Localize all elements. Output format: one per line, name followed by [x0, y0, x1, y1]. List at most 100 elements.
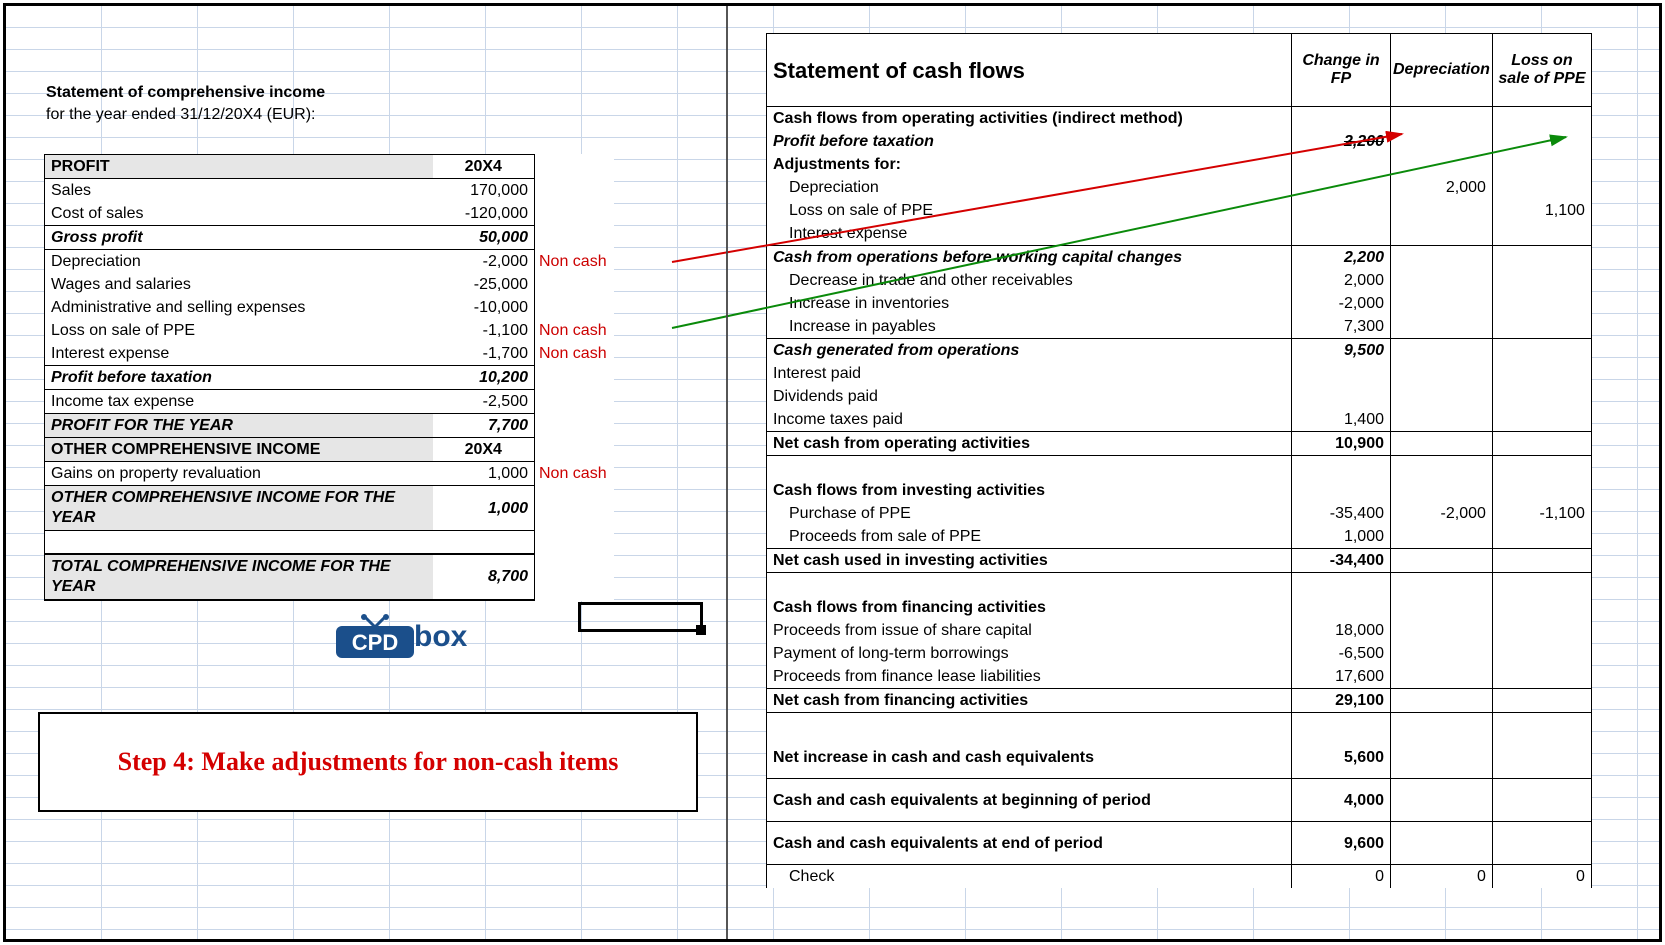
tv-icon: CPD [334, 614, 416, 660]
adjustments-header: Adjustments for: [767, 153, 1292, 176]
cash-generated-value: 9,500 [1292, 339, 1391, 363]
check-v2: 0 [1391, 865, 1493, 889]
tci-value: 8,700 [433, 554, 535, 600]
step-callout: Step 4: Make adjustments for non-cash it… [38, 712, 698, 812]
oci-total-value: 1,000 [433, 486, 535, 531]
row-value: -6,500 [1292, 642, 1391, 665]
row-value: -2,000 [1391, 502, 1493, 525]
tax-label: Income tax expense [45, 390, 433, 414]
net-increase-value: 5,600 [1292, 736, 1391, 779]
active-cell[interactable] [578, 602, 703, 632]
net-inv-label: Net cash used in investing activities [767, 549, 1292, 573]
row-value: 1,000 [1292, 525, 1391, 549]
check-v3: 0 [1492, 865, 1591, 889]
noncash-note: Non cash [535, 319, 614, 342]
row-label: Interest paid [767, 362, 1292, 385]
row-label: Depreciation [767, 176, 1292, 199]
row-value: 170,000 [433, 179, 535, 203]
tci-label: TOTAL COMPREHENSIVE INCOME FOR THE YEAR [45, 554, 433, 600]
row-value: -2,000 [433, 250, 535, 274]
col-head-2: Depreciation [1391, 34, 1493, 107]
noncash-note [535, 273, 614, 296]
row-label: Cost of sales [45, 202, 433, 226]
comprehensive-income-table: PROFIT 20X4 Sales 170,000 Cost of sales … [44, 154, 614, 601]
oci-header: OTHER COMPREHENSIVE INCOME [45, 438, 433, 462]
pbt-label: Profit before taxation [45, 366, 433, 390]
row-label: Depreciation [45, 250, 433, 274]
svg-text:CPD: CPD [352, 630, 398, 655]
net-fin-label: Net cash from financing activities [767, 689, 1292, 713]
logo-text: box [414, 620, 467, 654]
noncash-note: Non cash [535, 342, 614, 366]
noncash-note: Non cash [535, 462, 614, 486]
tax-value: -2,500 [433, 390, 535, 414]
sci-subtitle: for the year ended 31/12/20X4 (EUR): [46, 106, 316, 124]
row-label: Interest expense [767, 222, 1292, 246]
year: 20X4 [433, 155, 535, 179]
row-value: 2,000 [1292, 269, 1391, 292]
gross-profit-value: 50,000 [433, 226, 535, 250]
row-value: 18,000 [1292, 619, 1391, 642]
row-value: 7,300 [1292, 315, 1391, 339]
row-value: 1,000 [433, 462, 535, 486]
row-label: Proceeds from finance lease liabilities [767, 665, 1292, 689]
row-label: Interest expense [45, 342, 433, 366]
check-v1: 0 [1292, 865, 1391, 889]
scf-pbt-value: 2,200 [1292, 130, 1391, 153]
row-label: Gains on property revaluation [45, 462, 433, 486]
row-label: Proceeds from sale of PPE [767, 525, 1292, 549]
oci-total-label: OTHER COMPREHENSIVE INCOME FOR THE YEAR [45, 486, 433, 531]
net-inv-value: -34,400 [1292, 549, 1391, 573]
noncash-note: Non cash [535, 250, 614, 274]
cash-before-wc-value: 2,200 [1292, 246, 1391, 270]
pfy-value: 7,700 [433, 414, 535, 438]
op-activities-header: Cash flows from operating activities (in… [767, 107, 1292, 131]
sci-title: Statement of comprehensive income [46, 84, 325, 102]
row-label: Payment of long-term borrowings [767, 642, 1292, 665]
check-label: Check [767, 865, 1292, 889]
cash-end-label: Cash and cash equivalents at end of peri… [767, 822, 1292, 865]
col-head-1: Change in FP [1292, 34, 1391, 107]
net-op-value: 10,900 [1292, 432, 1391, 456]
net-op-label: Net cash from operating activities [767, 432, 1292, 456]
col-head-3: Loss on sale of PPE [1492, 34, 1591, 107]
row-value: -1,100 [1492, 502, 1591, 525]
cash-begin-label: Cash and cash equivalents at beginning o… [767, 779, 1292, 822]
net-increase-label: Net increase in cash and cash equivalent… [767, 736, 1292, 779]
row-label: Increase in payables [767, 315, 1292, 339]
row-label: Dividends paid [767, 385, 1292, 408]
row-label: Loss on sale of PPE [767, 199, 1292, 222]
row-value: -35,400 [1292, 502, 1391, 525]
pbt-value: 10,200 [433, 366, 535, 390]
cpd-box-logo: CPD box [334, 614, 494, 660]
row-label: Proceeds from issue of share capital [767, 619, 1292, 642]
fin-activities-header: Cash flows from financing activities [767, 596, 1292, 619]
scf-title: Statement of cash flows [767, 34, 1292, 107]
row-value: -10,000 [433, 296, 535, 319]
row-value: -1,700 [433, 342, 535, 366]
row-value: -120,000 [433, 202, 535, 226]
row-label: Sales [45, 179, 433, 203]
spreadsheet-frame: Statement of comprehensive income for th… [3, 3, 1662, 942]
cash-begin-value: 4,000 [1292, 779, 1391, 822]
cash-before-wc-label: Cash from operations before working capi… [767, 246, 1292, 270]
row-label: Purchase of PPE [767, 502, 1292, 525]
row-label: Income taxes paid [767, 408, 1292, 432]
inv-activities-header: Cash flows from investing activities [767, 479, 1292, 502]
pfy-label: PROFIT FOR THE YEAR [45, 414, 433, 438]
row-label: Loss on sale of PPE [45, 319, 433, 342]
row-value: 1,100 [1492, 199, 1591, 222]
row-value: 17,600 [1292, 665, 1391, 689]
row-value: 1,400 [1292, 408, 1391, 432]
row-label: Administrative and selling expenses [45, 296, 433, 319]
net-fin-value: 29,100 [1292, 689, 1391, 713]
row-value: -2,000 [1292, 292, 1391, 315]
row-label: Decrease in trade and other receivables [767, 269, 1292, 292]
oci-year: 20X4 [433, 438, 535, 462]
profit-header: PROFIT [45, 155, 433, 179]
row-label: Increase in inventories [767, 292, 1292, 315]
cash-end-value: 9,600 [1292, 822, 1391, 865]
scf-pbt-label: Profit before taxation [767, 130, 1292, 153]
noncash-note [535, 296, 614, 319]
cash-generated-label: Cash generated from operations [767, 339, 1292, 363]
